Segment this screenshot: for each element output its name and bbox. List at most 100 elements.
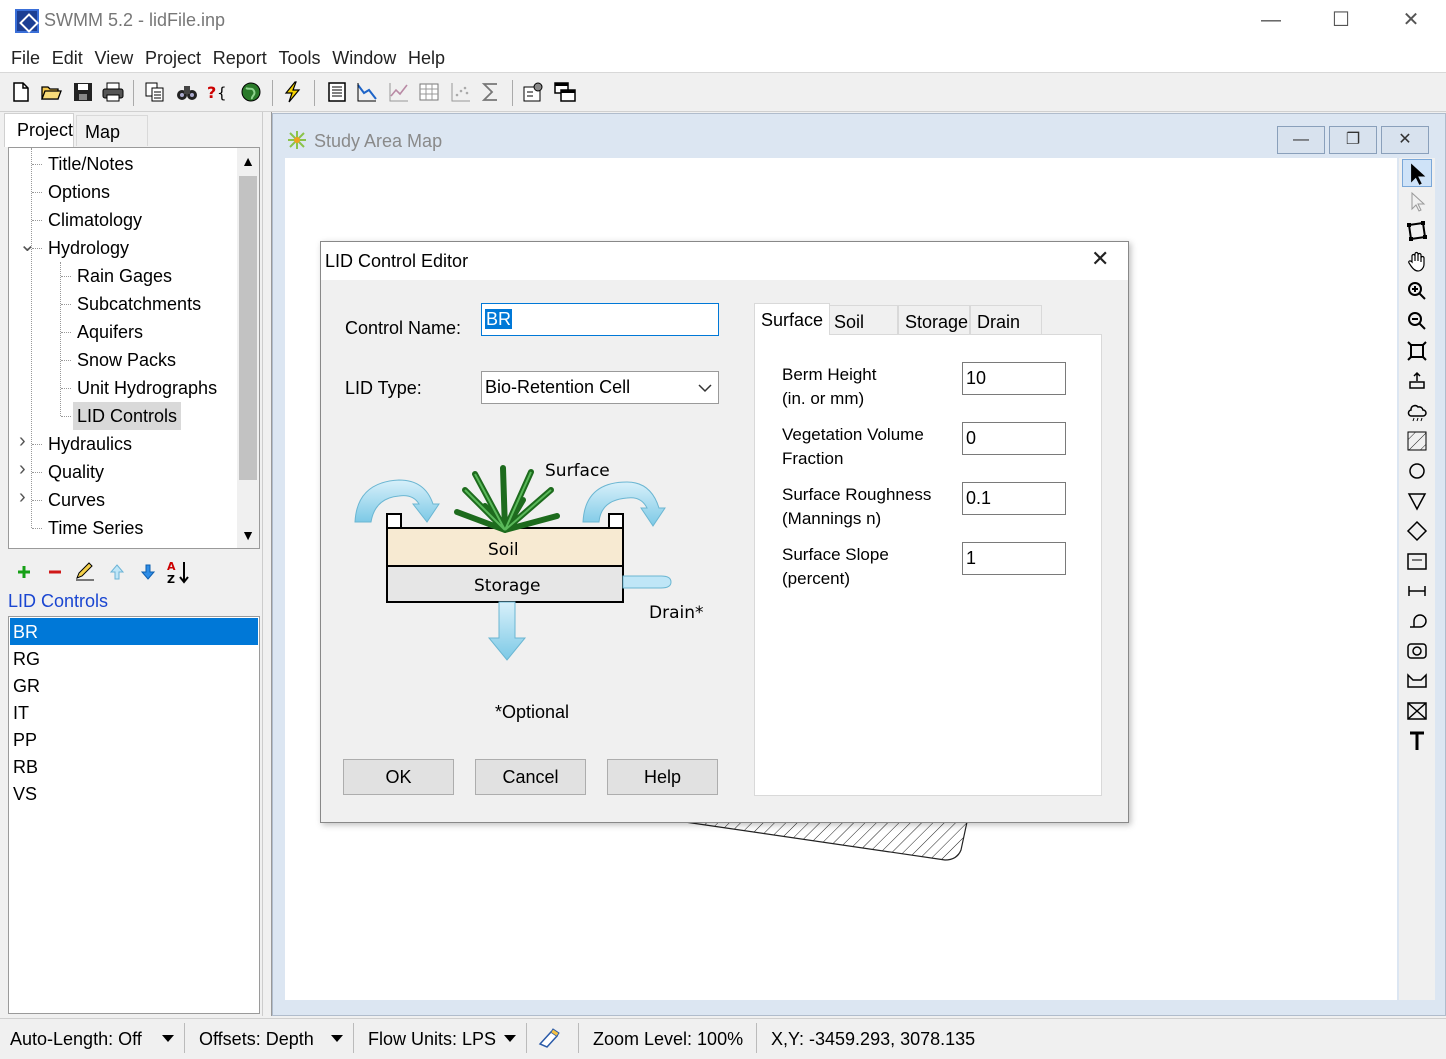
menu-window[interactable]: Window — [321, 42, 396, 74]
scroll-down-arrow-icon[interactable]: ▼ — [237, 522, 259, 548]
arrange-windows-icon[interactable] — [554, 81, 576, 103]
time-series-plot-icon[interactable] — [388, 81, 410, 103]
delete-icon[interactable] — [47, 564, 63, 580]
pan-icon[interactable] — [1406, 250, 1428, 272]
pump-icon[interactable] — [1406, 610, 1428, 632]
control-name-input[interactable]: BR — [481, 303, 719, 336]
print-icon[interactable] — [102, 81, 124, 103]
tree-item[interactable]: Options — [44, 178, 114, 206]
outlet-icon[interactable] — [1406, 700, 1428, 722]
tree-item[interactable]: Hydrology — [44, 234, 133, 262]
offsets-status[interactable]: Offsets: Depth — [189, 1019, 314, 1056]
flow-units-status[interactable]: Flow Units: LPS — [358, 1019, 496, 1056]
add-icon[interactable] — [16, 564, 32, 580]
menu-file[interactable]: File — [0, 42, 40, 74]
close-button[interactable]: ✕ — [1376, 0, 1446, 42]
new-file-icon[interactable] — [10, 81, 32, 103]
status-report-icon[interactable] — [326, 81, 348, 103]
select-vertex-icon[interactable] — [1406, 190, 1428, 212]
statistics-icon[interactable] — [480, 81, 502, 103]
rain-gage-icon[interactable] — [1406, 370, 1428, 392]
move-up-icon[interactable] — [109, 563, 125, 581]
scrollbar-thumb[interactable] — [239, 176, 257, 480]
full-extent-icon[interactable] — [1406, 340, 1428, 362]
find-icon[interactable] — [176, 81, 198, 103]
zoom-in-icon[interactable] — [1406, 280, 1428, 302]
tab-drain[interactable]: Drain — [970, 305, 1042, 335]
list-item[interactable]: PP — [10, 726, 258, 753]
tree-item[interactable]: Title/Notes — [44, 150, 137, 178]
tree-item[interactable]: Hydraulics — [44, 430, 136, 458]
list-item[interactable]: VS — [10, 780, 258, 807]
param-input[interactable]: 1 — [962, 542, 1066, 575]
tab-surface[interactable]: Surface — [754, 303, 831, 335]
overview-map-icon[interactable] — [240, 81, 262, 103]
list-item[interactable]: IT — [10, 699, 258, 726]
menu-edit[interactable]: Edit — [41, 42, 83, 74]
storage-icon[interactable] — [1406, 550, 1428, 572]
list-item[interactable]: RB — [10, 753, 258, 780]
flow-units-dropdown-icon[interactable] — [504, 1035, 516, 1042]
tab-map[interactable]: Map — [76, 115, 148, 146]
open-folder-icon[interactable] — [40, 81, 62, 103]
subcatchment-cloud-icon[interactable] — [1406, 400, 1428, 422]
divider-icon[interactable] — [1406, 520, 1428, 542]
map-minimize-button[interactable]: — — [1277, 126, 1325, 154]
tab-project[interactable]: Project — [4, 113, 74, 147]
outfall-icon[interactable] — [1406, 490, 1428, 512]
tree-item[interactable]: Subcatchments — [73, 290, 205, 318]
list-item[interactable]: RG — [10, 645, 258, 672]
scroll-up-arrow-icon[interactable]: ▲ — [237, 148, 259, 174]
ok-button[interactable]: OK — [343, 759, 454, 795]
chevron-right-icon[interactable]: › — [19, 486, 26, 509]
tab-storage[interactable]: Storage — [898, 305, 970, 335]
auto-length-status[interactable]: Auto-Length: Off — [0, 1019, 142, 1056]
select-object-icon[interactable] — [1402, 159, 1432, 187]
subcatchment-icon[interactable] — [1406, 430, 1428, 452]
tree-item[interactable]: Rain Gages — [73, 262, 176, 290]
map-close-button[interactable]: ✕ — [1381, 126, 1429, 154]
save-icon[interactable] — [72, 81, 94, 103]
map-restore-button[interactable]: ❐ — [1329, 126, 1377, 154]
param-input[interactable]: 10 — [962, 362, 1066, 395]
tab-soil[interactable]: Soil — [827, 305, 898, 335]
sort-icon[interactable]: AZ — [166, 559, 190, 585]
tree-item[interactable]: Curves — [44, 486, 109, 514]
orifice-icon[interactable] — [1406, 640, 1428, 662]
query-icon[interactable]: ?{ — [206, 81, 228, 103]
tree-item[interactable]: Aquifers — [73, 318, 147, 346]
zoom-out-icon[interactable] — [1406, 310, 1428, 332]
menu-tools[interactable]: Tools — [267, 42, 320, 74]
run-icon[interactable] — [282, 81, 304, 103]
auto-length-dropdown-icon[interactable] — [162, 1035, 174, 1042]
help-button[interactable]: Help — [607, 759, 718, 795]
table-icon[interactable] — [418, 81, 440, 103]
dialog-close-button[interactable]: ✕ — [1091, 246, 1109, 272]
cancel-button[interactable]: Cancel — [475, 759, 586, 795]
panel-splitter[interactable] — [262, 112, 272, 1016]
edit-icon[interactable] — [74, 560, 96, 582]
list-item[interactable]: GR — [10, 672, 258, 699]
chevron-right-icon[interactable]: › — [19, 430, 26, 453]
select-region-icon[interactable] — [1406, 220, 1428, 242]
options-icon[interactable] — [522, 81, 544, 103]
chevron-down-icon[interactable]: ⌄ — [19, 232, 36, 257]
label-icon[interactable] — [1406, 730, 1428, 752]
tree-item[interactable]: Snow Packs — [73, 346, 180, 374]
tree-item[interactable]: Climatology — [44, 206, 146, 234]
move-down-icon[interactable] — [140, 563, 156, 581]
copy-icon[interactable] — [144, 81, 166, 103]
tree-item[interactable]: Quality — [44, 458, 108, 486]
conduit-icon[interactable] — [1406, 580, 1428, 602]
menu-help[interactable]: Help — [397, 42, 445, 74]
param-input[interactable]: 0.1 — [962, 482, 1066, 515]
menu-project[interactable]: Project — [134, 42, 201, 74]
junction-icon[interactable] — [1406, 460, 1428, 482]
tree-item[interactable]: LID Controls — [73, 402, 182, 430]
tree-item[interactable]: Unit Hydrographs — [73, 374, 221, 402]
tree-item[interactable]: Time Series — [44, 514, 147, 542]
profile-plot-icon[interactable] — [356, 81, 378, 103]
lid-type-select[interactable]: Bio-Retention Cell — [481, 371, 719, 404]
maximize-button[interactable]: ☐ — [1306, 0, 1376, 42]
list-item[interactable]: BR — [10, 618, 258, 645]
